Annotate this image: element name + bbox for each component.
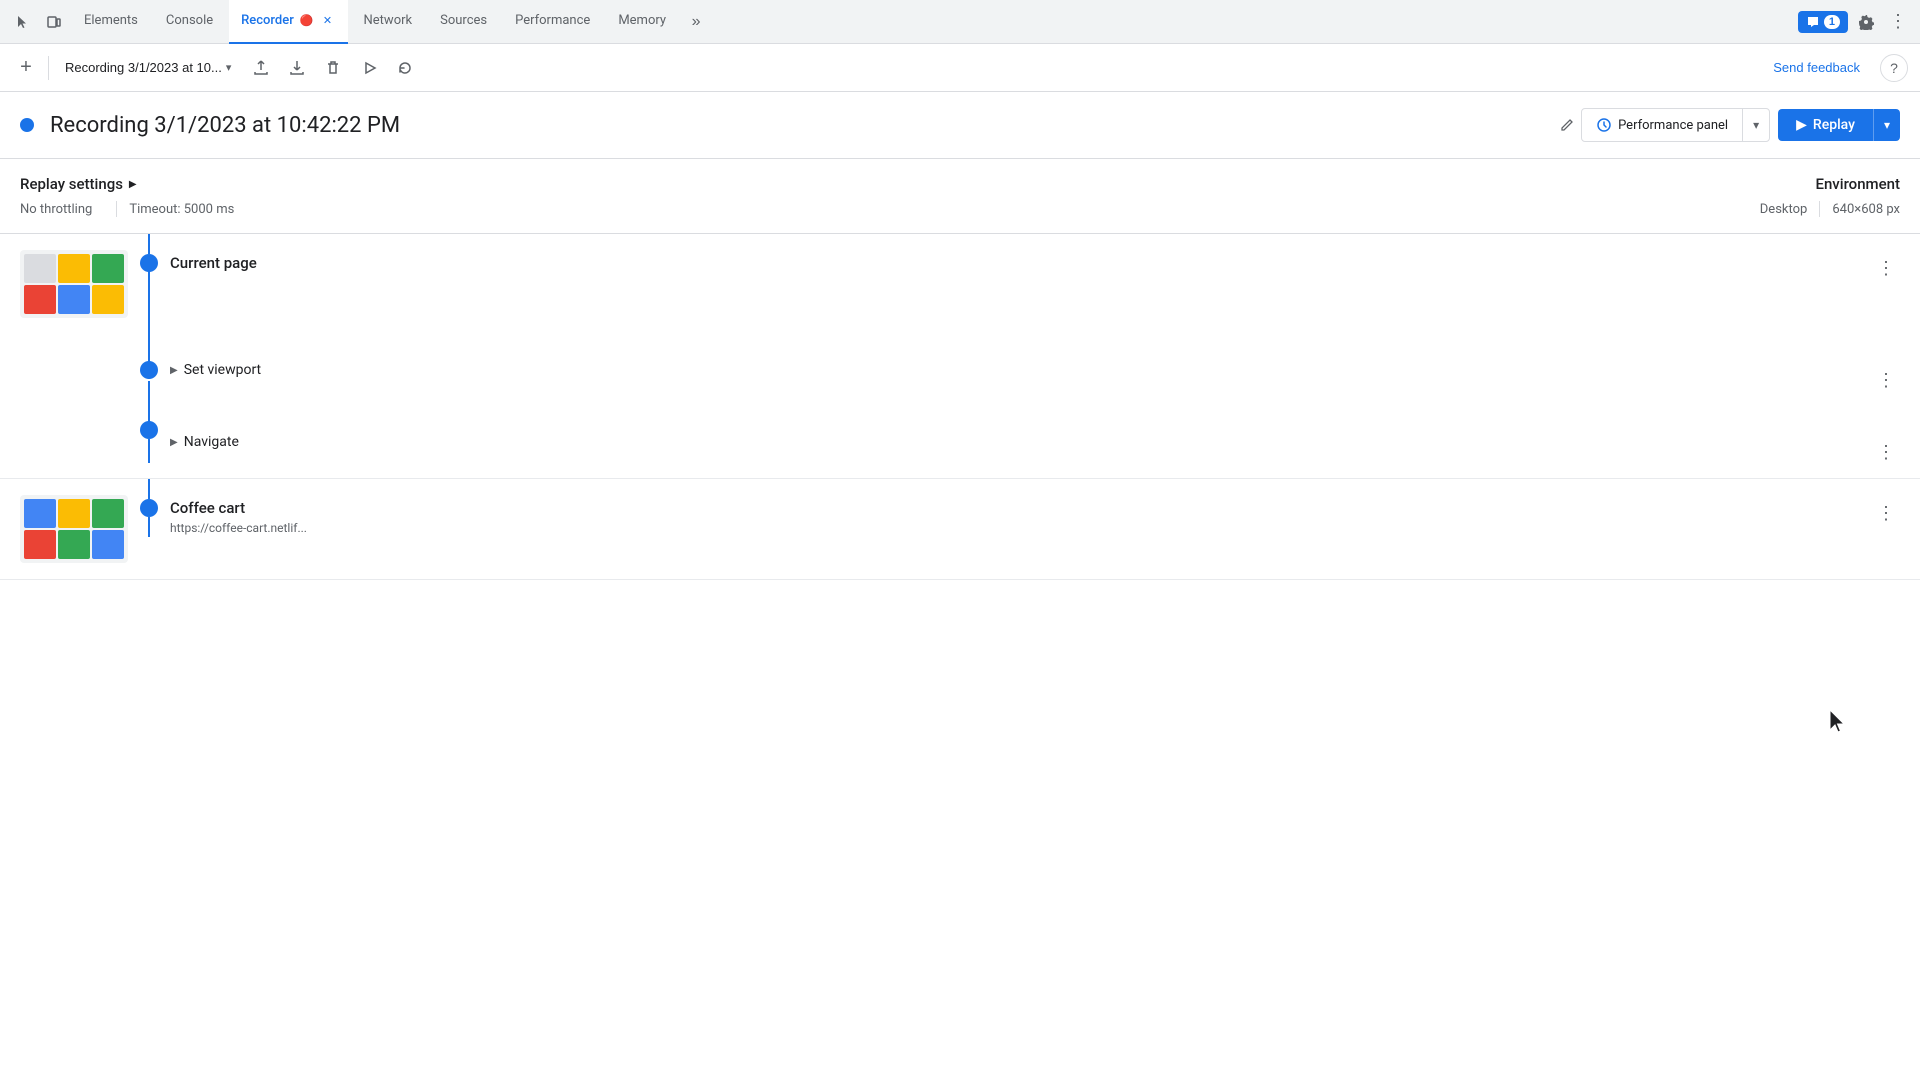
step-header-coffee-cart: Coffee cart https://coffee-cart.netlif..… xyxy=(0,479,1920,579)
resolution-value: 640×608 px xyxy=(1832,202,1900,217)
add-recording-button[interactable]: + xyxy=(12,54,40,82)
play-button[interactable] xyxy=(355,54,383,82)
tab-right-controls: 1 ⋮ xyxy=(1798,8,1912,36)
expand-navigate-icon[interactable]: ▶ xyxy=(170,437,178,448)
device-value: Desktop xyxy=(1760,202,1808,217)
help-button[interactable]: ? xyxy=(1880,54,1908,82)
more-tabs-button[interactable]: » xyxy=(682,8,710,36)
close-recorder-tab-button[interactable]: ✕ xyxy=(320,13,336,29)
settings-button[interactable] xyxy=(1852,8,1880,36)
tab-elements[interactable]: Elements xyxy=(72,0,150,44)
recording-selector-button[interactable]: Recording 3/1/2023 at 10... ▾ xyxy=(57,56,239,79)
recording-header: Recording 3/1/2023 at 10:42:22 PM Perfor… xyxy=(0,92,1920,159)
steps-container: Current page ⋮ ▶ Set viewport xyxy=(0,234,1920,1078)
replay-button[interactable]: ▶ Replay ▾ xyxy=(1778,109,1900,141)
recording-status-dot xyxy=(20,118,34,132)
delete-recording-button[interactable] xyxy=(319,54,347,82)
loop-button[interactable] xyxy=(391,54,419,82)
toolbar-divider xyxy=(48,56,49,80)
expand-viewport-icon[interactable]: ▶ xyxy=(170,365,178,376)
settings-details: No throttling Timeout: 5000 ms xyxy=(20,201,1760,217)
tab-sources[interactable]: Sources xyxy=(428,0,499,44)
timeline-dot-2 xyxy=(140,499,158,517)
replay-chevron-button[interactable]: ▾ xyxy=(1874,110,1900,140)
step-content-current-page: Current page xyxy=(170,234,1872,292)
timeout-value: Timeout: 5000 ms xyxy=(129,202,246,217)
performance-panel-chevron-button[interactable]: ▾ xyxy=(1743,110,1769,140)
sub-step-navigate: ▶ Navigate ⋮ xyxy=(140,406,1920,478)
play-icon: ▶ xyxy=(1796,117,1807,133)
step-group-current-page: Current page ⋮ ▶ Set viewport xyxy=(0,234,1920,479)
expand-settings-icon: ▶ xyxy=(129,179,137,190)
settings-right: Environment Desktop 640×608 px xyxy=(1760,175,1900,217)
environment-title: Environment xyxy=(1760,175,1900,193)
header-right-controls: Performance panel ▾ ▶ Replay ▾ xyxy=(1581,108,1900,142)
tab-recorder[interactable]: Recorder 🔴 ✕ xyxy=(229,0,347,44)
step-header-current-page: Current page ⋮ xyxy=(0,234,1920,334)
tab-network[interactable]: Network xyxy=(352,0,425,44)
cursor-tool-button[interactable] xyxy=(8,8,36,36)
replay-main-button[interactable]: ▶ Replay xyxy=(1778,109,1874,141)
performance-panel-button[interactable]: Performance panel ▾ xyxy=(1581,108,1770,142)
chevron-down-icon: ▾ xyxy=(226,61,232,74)
sub-step-set-viewport: ▶ Set viewport ⋮ xyxy=(140,334,1920,406)
chat-badge-button[interactable]: 1 xyxy=(1798,11,1848,33)
tab-performance[interactable]: Performance xyxy=(503,0,602,44)
sub-step-name-viewport: ▶ Set viewport xyxy=(170,362,1872,378)
tab-bar: Elements Console Recorder 🔴 ✕ Network So… xyxy=(0,0,1920,44)
step-url-coffee-cart: https://coffee-cart.netlif... xyxy=(170,521,1872,535)
sub-step-content-navigate: ▶ Navigate xyxy=(170,434,1872,450)
step-more-button-coffee-cart[interactable]: ⋮ xyxy=(1872,499,1900,527)
recording-title: Recording 3/1/2023 at 10:42:22 PM xyxy=(50,113,1545,138)
sub-steps-current-page: ▶ Set viewport ⋮ ▶ Navigate xyxy=(0,334,1920,478)
step-thumbnail-current-page xyxy=(20,250,128,318)
sub-step-name-navigate: ▶ Navigate xyxy=(170,434,1872,450)
performance-panel-main[interactable]: Performance panel xyxy=(1582,109,1743,141)
send-feedback-button[interactable]: Send feedback xyxy=(1761,56,1872,79)
edit-recording-name-button[interactable] xyxy=(1553,111,1581,139)
replay-settings-bar: Replay settings ▶ No throttling Timeout:… xyxy=(0,159,1920,234)
sub-step-more-button-navigate[interactable]: ⋮ xyxy=(1872,438,1900,466)
timeline-dot-set-viewport xyxy=(140,361,158,379)
tab-console[interactable]: Console xyxy=(154,0,225,44)
more-options-button[interactable]: ⋮ xyxy=(1884,8,1912,36)
step-content-coffee-cart: Coffee cart https://coffee-cart.netlif..… xyxy=(170,479,1872,555)
replay-settings-title[interactable]: Replay settings ▶ xyxy=(20,175,1760,193)
throttling-value: No throttling xyxy=(20,202,104,217)
step-name-coffee-cart: Coffee cart xyxy=(170,499,1872,517)
step-timeline-2 xyxy=(140,479,158,537)
sub-step-content-viewport: ▶ Set viewport xyxy=(170,362,1872,378)
tab-memory[interactable]: Memory xyxy=(606,0,678,44)
settings-left: Replay settings ▶ No throttling Timeout:… xyxy=(20,175,1760,217)
sub-step-more-button-viewport[interactable]: ⋮ xyxy=(1872,366,1900,394)
toolbar: + Recording 3/1/2023 at 10... ▾ Send fee… xyxy=(0,44,1920,92)
step-group-coffee-cart: Coffee cart https://coffee-cart.netlif..… xyxy=(0,479,1920,580)
step-thumbnail-coffee-cart xyxy=(20,495,128,563)
device-toolbar-button[interactable] xyxy=(40,8,68,36)
export-button[interactable] xyxy=(247,54,275,82)
environment-details: Desktop 640×608 px xyxy=(1760,201,1900,217)
import-button[interactable] xyxy=(283,54,311,82)
step-name-current-page: Current page xyxy=(170,254,1872,272)
step-more-button-current-page[interactable]: ⋮ xyxy=(1872,254,1900,282)
timeline-dot-navigate xyxy=(140,421,158,439)
